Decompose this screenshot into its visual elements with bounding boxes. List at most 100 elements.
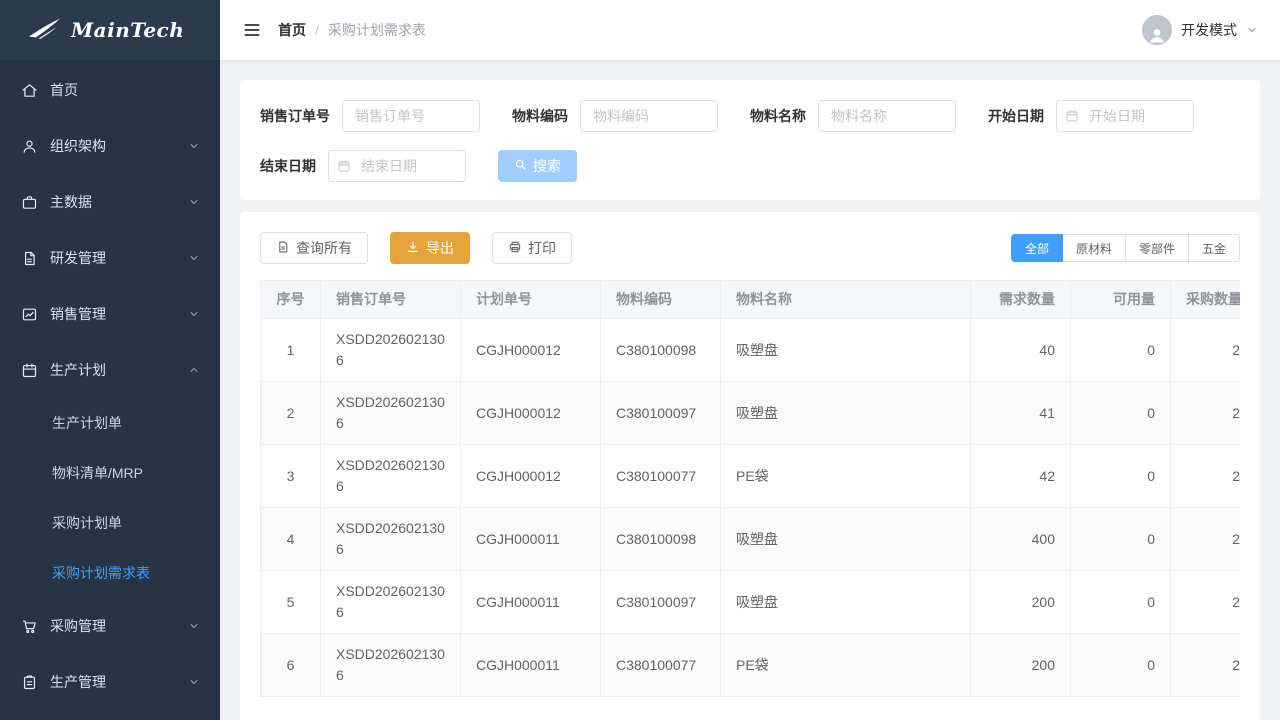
cart-icon xyxy=(20,617,38,635)
table-cell: C380100077 xyxy=(601,445,721,508)
table-cell: 0 xyxy=(1071,382,1171,445)
table-cell: 2 xyxy=(261,382,321,445)
logo-text: MainTech xyxy=(71,18,184,42)
chevron-down-icon xyxy=(188,620,200,632)
table-card: 查询所有 导出 打印 全部 xyxy=(240,212,1260,720)
sidebar-menu: 首页 组织架构 主数据 研发管理 xyxy=(0,60,220,710)
sidebar-subitem-purchase-plan-order[interactable]: 采购计划单 xyxy=(0,498,220,548)
sidebar-item-sales[interactable]: 销售管理 xyxy=(0,286,220,342)
table-cell: 2 xyxy=(1171,508,1241,571)
export-button[interactable]: 导出 xyxy=(390,232,470,264)
table-cell: PE袋 xyxy=(721,445,971,508)
table-row[interactable]: 5XSDD2026021306CGJH000011C380100097吸塑盘20… xyxy=(261,571,1241,634)
breadcrumb: 首页 / 采购计划需求表 xyxy=(278,20,426,40)
sidebar-item-organization[interactable]: 组织架构 xyxy=(0,118,220,174)
user-menu[interactable]: 开发模式 xyxy=(1142,15,1258,45)
table-wrap: 序号销售订单号计划单号物料编码物料名称需求数量可用量采购数量 1XSDD2026… xyxy=(260,280,1240,697)
column-header: 销售订单号 xyxy=(321,281,461,319)
table-cell: C380100077 xyxy=(601,634,721,697)
search-button-label: 搜索 xyxy=(533,156,561,176)
column-header: 计划单号 xyxy=(461,281,601,319)
sidebar-item-rnd[interactable]: 研发管理 xyxy=(0,230,220,286)
filter-label: 开始日期 xyxy=(988,106,1044,126)
search-icon xyxy=(514,158,527,174)
table-cell: 吸塑盘 xyxy=(721,319,971,382)
table-cell: 2 xyxy=(1171,319,1241,382)
table-cell: CGJH000012 xyxy=(461,319,601,382)
table-row[interactable]: 3XSDD2026021306CGJH000012C380100077PE袋42… xyxy=(261,445,1241,508)
sidebar-item-home[interactable]: 首页 xyxy=(0,62,220,118)
table-cell: 200 xyxy=(971,571,1071,634)
sales-order-input[interactable] xyxy=(342,100,480,132)
filter-field-material-code: 物料编码 xyxy=(512,100,718,132)
material-name-input[interactable] xyxy=(818,100,956,132)
sidebar-item-master-data[interactable]: 主数据 xyxy=(0,174,220,230)
sidebar-item-label: 销售管理 xyxy=(50,304,176,324)
filter-label: 物料编码 xyxy=(512,106,568,126)
filter-field-material-name: 物料名称 xyxy=(750,100,956,132)
start-date-input[interactable] xyxy=(1056,100,1194,132)
sidebar: MainTech 首页 组织架构 主数据 xyxy=(0,0,220,720)
table-row[interactable]: 4XSDD2026021306CGJH000011C380100098吸塑盘40… xyxy=(261,508,1241,571)
table-cell: 200 xyxy=(971,634,1071,697)
tab-parts[interactable]: 零部件 xyxy=(1125,234,1189,262)
clipboard-icon xyxy=(20,673,38,691)
print-button[interactable]: 打印 xyxy=(492,232,572,264)
filter-label: 结束日期 xyxy=(260,156,316,176)
print-label: 打印 xyxy=(528,238,556,258)
table-cell: CGJH000011 xyxy=(461,634,601,697)
main-area: 首页 / 采购计划需求表 开发模式 销售订单号 xyxy=(220,0,1280,720)
table-row[interactable]: 1XSDD2026021306CGJH000012C380100098吸塑盘40… xyxy=(261,319,1241,382)
table-cell: XSDD2026021306 xyxy=(321,571,461,634)
sidebar-item-label: 生产计划 xyxy=(50,360,176,380)
table-row[interactable]: 2XSDD2026021306CGJH000012C380100097吸塑盘41… xyxy=(261,382,1241,445)
sidebar-subitem-purchase-plan-demand[interactable]: 采购计划需求表 xyxy=(0,548,220,598)
end-date-input[interactable] xyxy=(328,150,466,182)
table-cell: XSDD2026021306 xyxy=(321,319,461,382)
menu-toggle-icon[interactable] xyxy=(242,20,262,40)
sidebar-item-production-mgmt[interactable]: 生产管理 xyxy=(0,654,220,710)
sidebar-subitem-production-plan-order[interactable]: 生产计划单 xyxy=(0,398,220,448)
query-all-button[interactable]: 查询所有 xyxy=(260,232,368,264)
sidebar-item-purchasing[interactable]: 采购管理 xyxy=(0,598,220,654)
table-cell: 5 xyxy=(261,571,321,634)
table-row[interactable]: 6XSDD2026021306CGJH000011C380100077PE袋20… xyxy=(261,634,1241,697)
table-cell: C380100097 xyxy=(601,571,721,634)
column-header: 采购数量 xyxy=(1171,281,1241,319)
demand-table: 序号销售订单号计划单号物料编码物料名称需求数量可用量采购数量 1XSDD2026… xyxy=(260,280,1240,697)
table-cell: C380100097 xyxy=(601,382,721,445)
table-cell: 6 xyxy=(261,634,321,697)
document-icon xyxy=(20,249,38,267)
page-content: 销售订单号 物料编码 物料名称 开始日期 xyxy=(220,60,1280,720)
sidebar-subitem-bom-mrp[interactable]: 物料清单/MRP xyxy=(0,448,220,498)
filter-card: 销售订单号 物料编码 物料名称 开始日期 xyxy=(240,80,1260,200)
tab-hardware[interactable]: 五金 xyxy=(1188,234,1240,262)
search-button[interactable]: 搜索 xyxy=(498,150,577,182)
tab-raw-materials[interactable]: 原材料 xyxy=(1062,234,1126,262)
material-code-input[interactable] xyxy=(580,100,718,132)
table-cell: 吸塑盘 xyxy=(721,571,971,634)
filter-field-start-date: 开始日期 xyxy=(988,100,1194,132)
table-cell: 0 xyxy=(1071,634,1171,697)
export-label: 导出 xyxy=(426,238,454,258)
table-cell: 3 xyxy=(261,445,321,508)
table-cell: XSDD2026021306 xyxy=(321,445,461,508)
filter-label: 物料名称 xyxy=(750,106,806,126)
breadcrumb-home[interactable]: 首页 xyxy=(278,20,306,40)
table-cell: 0 xyxy=(1071,571,1171,634)
sidebar-item-label: 采购管理 xyxy=(50,616,176,636)
filter-label: 销售订单号 xyxy=(260,106,330,126)
sidebar-item-production-plan[interactable]: 生产计划 xyxy=(0,342,220,398)
start-date-wrap xyxy=(1056,100,1194,132)
table-cell: 1 xyxy=(261,319,321,382)
table-cell: 2 xyxy=(1171,382,1241,445)
column-header: 可用量 xyxy=(1071,281,1171,319)
avatar xyxy=(1142,15,1172,45)
tab-all[interactable]: 全部 xyxy=(1011,234,1063,262)
table-cell: 0 xyxy=(1071,445,1171,508)
table-cell: CGJH000012 xyxy=(461,382,601,445)
topbar: 首页 / 采购计划需求表 开发模式 xyxy=(220,0,1280,60)
table-cell: 40 xyxy=(971,319,1071,382)
chevron-down-icon xyxy=(188,308,200,320)
logo-swoosh-icon xyxy=(28,17,62,44)
